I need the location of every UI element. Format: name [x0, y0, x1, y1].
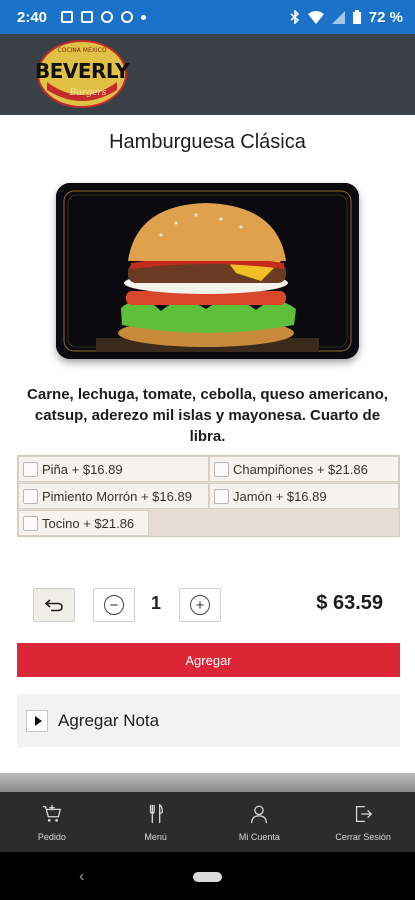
status-bar: 2:40 72 %	[0, 0, 415, 34]
nav-cerrar-sesion[interactable]: Cerrar Sesión	[311, 792, 415, 852]
minus-circle-icon: −	[104, 595, 124, 615]
extras-options: Piña + $16.89 Champiñones + $21.86 Pimie…	[17, 455, 400, 537]
bluetooth-icon	[290, 10, 299, 24]
notification-icons	[61, 11, 147, 23]
news-icon	[81, 11, 94, 23]
nav-label: Cerrar Sesión	[335, 831, 391, 842]
checkbox[interactable]	[23, 461, 38, 477]
extra-label: Champiñones + $21.86	[233, 461, 368, 477]
extra-option-pimiento[interactable]: Pimiento Morrón + $16.89	[18, 483, 209, 509]
add-to-order-button[interactable]: Agregar	[17, 643, 400, 677]
extra-label: Tocino + $21.86	[42, 515, 135, 531]
quantity-row: − 1 + $ 63.59	[0, 588, 415, 622]
battery-level: 72 %	[368, 8, 403, 26]
bottom-navigation: Pedido Menú Mi Cuenta Cerrar Sesión	[0, 792, 415, 852]
quantity-value: 1	[150, 593, 161, 613]
app-header: COCINA MÉXICO BEVERLY Burgers	[0, 34, 415, 115]
extra-option-jamon[interactable]: Jamón + $16.89	[209, 483, 399, 509]
nav-mi-cuenta[interactable]: Mi Cuenta	[208, 792, 312, 852]
nav-label: Mi Cuenta	[238, 831, 280, 842]
user-icon	[251, 805, 268, 823]
product-title: Hamburguesa Clásica	[109, 131, 306, 153]
signal-icon	[331, 10, 345, 24]
utensils-icon	[149, 803, 163, 823]
cart-icon	[42, 804, 61, 822]
back-button[interactable]	[33, 588, 75, 622]
product-description: Carne, lechuga, tomate, cebolla, queso a…	[27, 386, 388, 445]
checkbox[interactable]	[23, 488, 38, 504]
logo-subtext: Burgers	[69, 88, 107, 98]
nav-pedido[interactable]: Pedido	[0, 792, 104, 852]
increase-quantity-button[interactable]: +	[179, 588, 221, 622]
extra-label: Pimiento Morrón + $16.89	[42, 488, 192, 504]
checkbox[interactable]	[214, 488, 229, 504]
play-icon	[26, 709, 48, 732]
system-back-icon[interactable]: ‹	[79, 868, 84, 886]
system-home-pill[interactable]	[193, 872, 222, 882]
logout-icon	[356, 805, 373, 822]
image-icon	[61, 11, 74, 23]
extra-option-champinones[interactable]: Champiñones + $21.86	[209, 456, 399, 482]
nav-label: Menú	[144, 831, 167, 842]
extra-label: Jamón + $16.89	[233, 488, 327, 504]
wifi-icon	[307, 10, 324, 24]
whatsapp-icon	[121, 11, 134, 23]
logo-text: BEVERLY	[35, 59, 130, 83]
system-status: 72 %	[290, 9, 403, 26]
checkbox[interactable]	[214, 461, 229, 477]
plus-circle-icon: +	[190, 595, 210, 615]
extra-option-tocino[interactable]: Tocino + $21.86	[18, 510, 149, 536]
logo-top-text: COCINA MÉXICO	[57, 46, 106, 54]
whatsapp-icon	[101, 11, 114, 23]
undo-icon	[45, 599, 63, 612]
brand-logo[interactable]: COCINA MÉXICO BEVERLY Burgers	[33, 38, 131, 110]
product-image	[56, 183, 359, 359]
divider	[0, 773, 415, 792]
add-note-label: Agregar Nota	[58, 710, 160, 730]
status-time: 2:40	[17, 8, 48, 26]
battery-icon	[352, 10, 361, 24]
extra-label: Piña + $16.89	[42, 461, 123, 477]
nav-menu[interactable]: Menú	[104, 792, 208, 852]
system-navigation-bar: ‹	[0, 852, 415, 900]
total-price: $ 63.59	[316, 592, 383, 614]
dot-icon	[141, 14, 147, 20]
extra-option-pina[interactable]: Piña + $16.89	[18, 456, 209, 482]
checkbox[interactable]	[23, 515, 38, 531]
decrease-quantity-button[interactable]: −	[93, 588, 135, 622]
add-note-toggle[interactable]: Agregar Nota	[17, 694, 400, 747]
nav-label: Pedido	[37, 831, 66, 842]
